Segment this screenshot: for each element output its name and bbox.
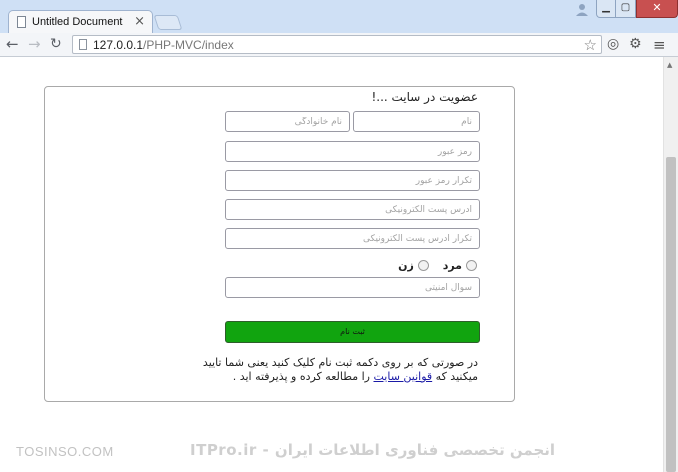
tab-untitled-document[interactable]: Untitled Document × [8, 10, 153, 33]
minimize-button[interactable]: ▁ [596, 0, 616, 18]
maximize-button[interactable]: ▢ [616, 0, 636, 18]
page-viewport: عضویت در سایت ...! مرد زن ثبت نام در صور… [0, 57, 663, 472]
gender-female-radio[interactable] [417, 259, 429, 271]
globe-icon[interactable]: ◎ [607, 36, 619, 52]
page-icon [17, 16, 26, 28]
address-bar[interactable]: 127.0.0.1/PHP-MVC/index ☆ [72, 35, 602, 54]
back-arrow-icon[interactable]: ← [6, 36, 19, 52]
first-name-input[interactable] [353, 111, 480, 132]
url-text: 127.0.0.1/PHP-MVC/index [93, 38, 234, 52]
page-icon [79, 39, 87, 50]
password-repeat-input[interactable] [225, 170, 480, 191]
maximize-icon: ▢ [620, 2, 631, 13]
email-input[interactable] [225, 199, 480, 220]
email-repeat-input[interactable] [225, 228, 480, 249]
url-path: /PHP-MVC/index [143, 38, 234, 52]
scrollbar-thumb[interactable] [666, 157, 676, 472]
terms-text-after: را مطالعه کرده و پذیرفته اید . [232, 370, 374, 383]
password-input[interactable] [225, 141, 480, 162]
registration-form: عضویت در سایت ...! مرد زن ثبت نام در صور… [44, 86, 515, 402]
gender-female-label: زن [398, 258, 414, 272]
tab-close-icon[interactable]: × [134, 14, 145, 29]
form-title: عضویت در سایت ...! [371, 90, 478, 104]
gender-male-radio[interactable] [466, 259, 477, 271]
tab-strip: Untitled Document × ▁ ▢ ✕ [0, 0, 678, 33]
forward-arrow-icon[interactable]: → [28, 36, 41, 52]
browser-toolbar: ← → ↻ 127.0.0.1/PHP-MVC/index ☆ ◎ ⚙ ≡ [0, 33, 678, 57]
scroll-up-arrow-icon[interactable]: ▲ [667, 61, 672, 69]
register-button[interactable]: ثبت نام [225, 321, 480, 343]
security-question-input[interactable] [225, 277, 480, 298]
menu-icon[interactable]: ≡ [653, 36, 666, 54]
close-window-button[interactable]: ✕ [636, 0, 678, 18]
bookmark-star-icon[interactable]: ☆ [584, 36, 597, 54]
watermark-right: ITPro.ir - انجمن تخصصی فناوری اطلاعات ای… [190, 441, 556, 459]
gender-male-label: مرد [442, 258, 462, 272]
close-icon: ✕ [652, 1, 662, 14]
minimize-icon: ▁ [602, 2, 610, 13]
site-rules-link[interactable]: قوانین سایت [373, 370, 432, 383]
gender-options: مرد زن [388, 258, 477, 272]
terms-text: در صورتی که بر روی دکمه ثبت نام کلیک کنی… [188, 356, 478, 384]
reload-icon[interactable]: ↻ [50, 36, 62, 52]
extension-icon[interactable]: ⚙ [629, 36, 642, 52]
user-icon[interactable] [571, 0, 593, 18]
last-name-input[interactable] [225, 111, 350, 132]
watermark-left: TOSINSO.COM [16, 444, 114, 459]
vertical-scrollbar[interactable]: ▲ [663, 57, 678, 472]
new-tab-button[interactable] [153, 15, 183, 30]
tab-title: Untitled Document [32, 16, 123, 28]
url-host: 127.0.0.1 [93, 38, 144, 52]
